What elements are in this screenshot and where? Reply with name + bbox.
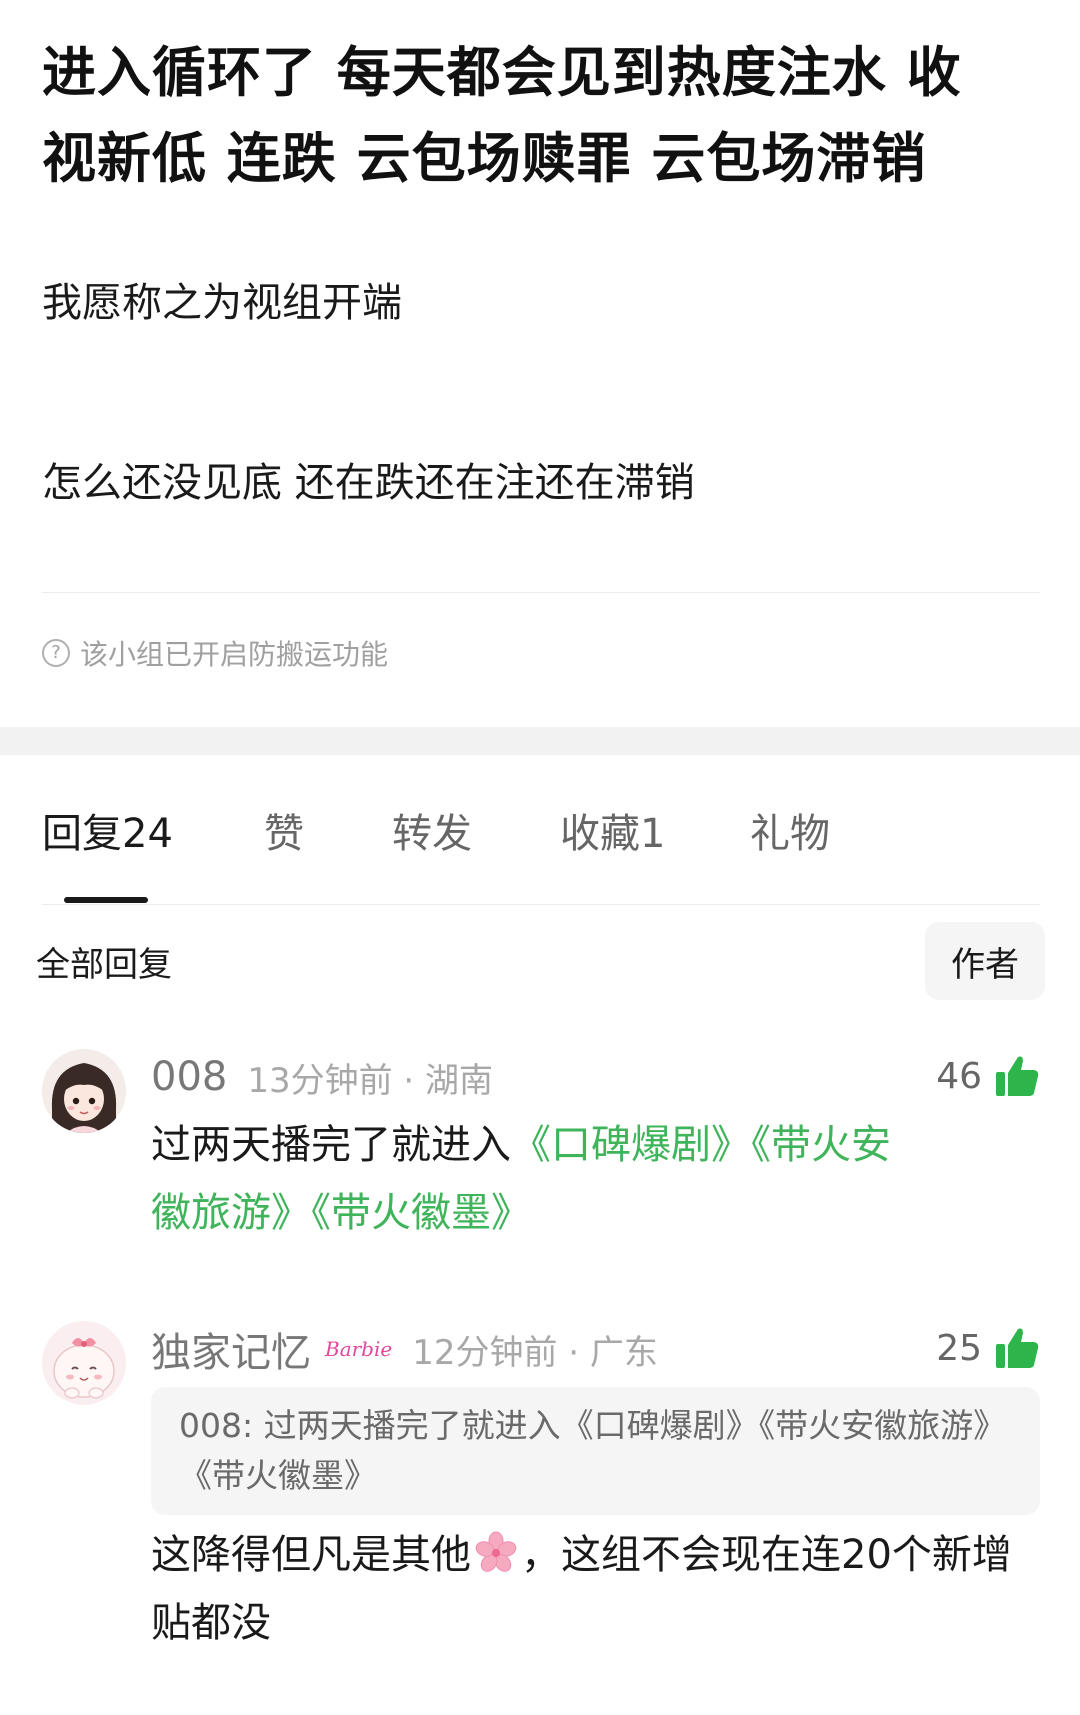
username[interactable]: 独家记忆 bbox=[151, 1320, 311, 1378]
comment-time-location: 13分钟前 · 湖南 bbox=[247, 1060, 494, 1101]
comment-text-plain: 过两天播完了就进入 bbox=[151, 1122, 511, 1168]
comment-meta: 008 13分钟前 · 湖南 bbox=[151, 1049, 1040, 1105]
post-content: 进入循环了 每天都会见到热度注水 收 视新低 连跌 云包场赎罪 云包场滞销 我愿… bbox=[0, 0, 1080, 673]
like-count: 25 bbox=[936, 1327, 982, 1369]
thumbs-up-icon[interactable] bbox=[994, 1053, 1040, 1099]
post-title-line-2: 视新低 连跌 云包场赎罪 云包场滞销 bbox=[42, 127, 927, 190]
avatar[interactable] bbox=[42, 1321, 126, 1405]
reply-tabs: 回复24 赞 转发 收藏1 礼物 bbox=[42, 755, 1040, 905]
avatar[interactable] bbox=[42, 1049, 126, 1133]
post-paragraph-2: 怎么还没见底 还在跌还在注还在滞销 bbox=[42, 460, 695, 506]
post-divider bbox=[42, 592, 1040, 593]
reply-filter-row: 全部回复 作者 bbox=[0, 905, 1080, 1001]
tab-favorites[interactable]: 收藏1 bbox=[560, 801, 665, 859]
like-button[interactable]: 46 bbox=[936, 1053, 1040, 1099]
anti-repost-notice-text: 该小组已开启防搬运功能 bbox=[80, 638, 389, 671]
thumbs-up-icon[interactable] bbox=[994, 1325, 1040, 1371]
username[interactable]: 008 bbox=[151, 1054, 227, 1100]
comment-text-part: 这降得但凡是其他 bbox=[151, 1532, 471, 1578]
cherry-blossom-emoji-icon bbox=[475, 1531, 517, 1572]
comment-item: 独家记忆 Barbie 12分钟前 · 广东 25 008: 过两天播完了就进入… bbox=[0, 1321, 1080, 1657]
section-separator bbox=[0, 727, 1080, 755]
comment-text: 这降得但凡是其他 ，这组不会现在连20个新增贴都没 bbox=[151, 1521, 1040, 1657]
tab-reposts[interactable]: 转发 bbox=[392, 801, 472, 859]
post-title: 进入循环了 每天都会见到热度注水 收 视新低 连跌 云包场赎罪 云包场滞销 bbox=[42, 30, 1040, 202]
tab-gifts[interactable]: 礼物 bbox=[750, 801, 830, 859]
comment-tag-link[interactable]: 《口碑爆剧》《带火安 bbox=[511, 1122, 891, 1168]
comment-text: 过两天播完了就进入《口碑爆剧》《带火安 徽旅游》《带火徽墨》 bbox=[151, 1111, 1040, 1247]
barbie-badge: Barbie bbox=[325, 1337, 393, 1361]
like-button[interactable]: 25 bbox=[936, 1325, 1040, 1371]
tab-replies[interactable]: 回复24 bbox=[42, 801, 173, 859]
active-tab-indicator bbox=[64, 897, 148, 903]
all-replies-title: 全部回复 bbox=[36, 944, 172, 985]
comment-item: 008 13分钟前 · 湖南 46 过两天播完了就进入《口碑爆剧》《带火安 徽旅… bbox=[0, 1049, 1080, 1247]
like-count: 46 bbox=[936, 1055, 982, 1097]
anti-repost-notice[interactable]: ? 该小组已开启防搬运功能 bbox=[42, 633, 1040, 673]
comment-meta: 独家记忆 Barbie 12分钟前 · 广东 bbox=[151, 1321, 1040, 1377]
tab-likes[interactable]: 赞 bbox=[264, 801, 304, 859]
question-circle-icon[interactable]: ? bbox=[42, 639, 70, 667]
post-paragraph-1: 我愿称之为视组开端 bbox=[42, 280, 402, 326]
quoted-reply[interactable]: 008: 过两天播完了就进入《口碑爆剧》《带火安徽旅游》《带火徽墨》 bbox=[151, 1387, 1040, 1515]
comment-tag-link[interactable]: 徽旅游》《带火徽墨》 bbox=[151, 1190, 531, 1236]
post-title-line-1: 进入循环了 每天都会见到热度注水 收 bbox=[42, 41, 962, 104]
author-only-button[interactable]: 作者 bbox=[925, 922, 1045, 1000]
comment-time-location: 12分钟前 · 广东 bbox=[412, 1332, 658, 1373]
